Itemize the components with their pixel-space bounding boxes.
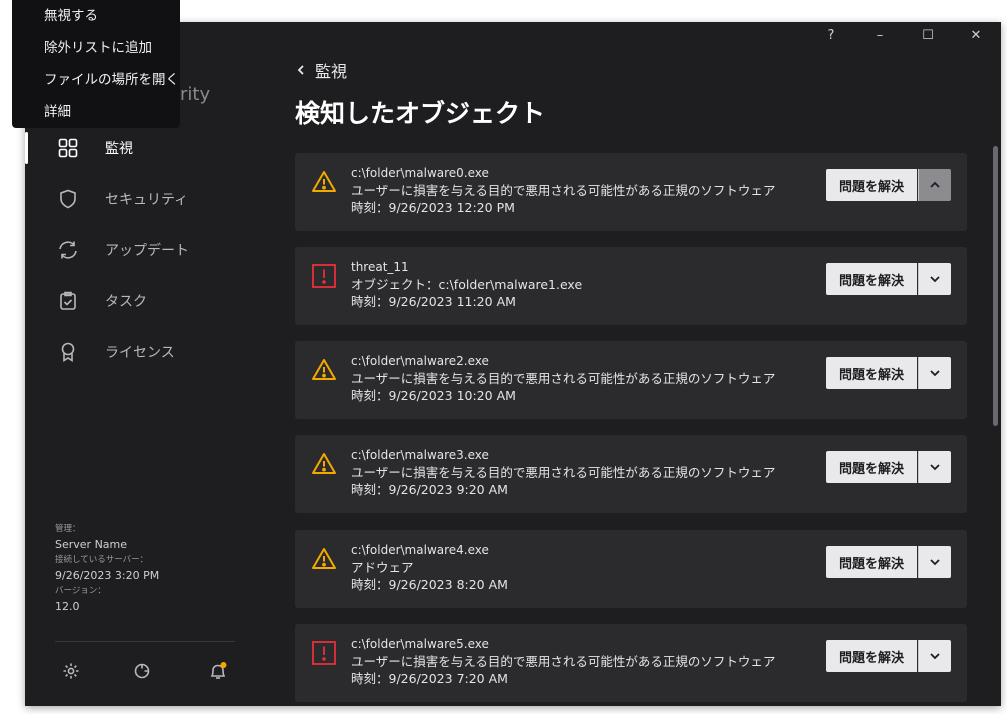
detection-card[interactable]: c:\folder\malware0.exe ユーザーに損害を与える目的で悪用さ…: [295, 153, 967, 231]
detection-description: オブジェクト：c:\folder\malware1.exe: [351, 277, 583, 292]
menu-item-add-exclusion[interactable]: 除外リストに追加: [12, 34, 180, 66]
sidebar-item-tasks[interactable]: タスク: [25, 279, 255, 323]
detection-text: c:\folder\malware5.exe ユーザーに損害を与える目的で悪用さ…: [351, 636, 775, 687]
expand-toggle[interactable]: [918, 640, 951, 672]
resolve-button[interactable]: 問題を解決: [826, 546, 917, 578]
detection-object: c:\folder\malware3.exe: [351, 448, 489, 462]
warning-icon: [311, 546, 337, 572]
sidebar-item-label: アップデート: [105, 243, 189, 259]
detection-time: 時刻：9/26/2023 7:20 AM: [351, 671, 508, 686]
task-icon: [57, 290, 79, 312]
resolve-button[interactable]: 問題を解決: [826, 357, 917, 389]
sidebar-item-security[interactable]: セキュリティ: [25, 177, 255, 221]
resolve-button[interactable]: 問題を解決: [826, 169, 917, 201]
sidebar-item-monitoring[interactable]: 監視: [25, 126, 255, 170]
sidebar-item-update[interactable]: アップデート: [25, 228, 255, 272]
connected-time: 9/26/2023 3:20 PM: [55, 569, 160, 582]
detection-object: c:\folder\malware5.exe: [351, 637, 489, 651]
sidebar-item-label: ライセンス: [105, 345, 175, 361]
critical-icon: [311, 640, 337, 666]
server-name: Server Name: [55, 538, 128, 551]
version-value: 12.0: [55, 600, 80, 613]
notifications-icon[interactable]: [207, 660, 229, 682]
detection-description: ユーザーに損害を与える目的で悪用される可能性がある正規のソフトウェア: [351, 371, 776, 386]
detection-description: ユーザーに損害を与える目的で悪用される可能性がある正規のソフトウェア: [351, 465, 776, 480]
sidebar-item-label: 監視: [105, 141, 133, 157]
detection-text: c:\folder\malware2.exe ユーザーに損害を与える目的で悪用さ…: [351, 353, 775, 404]
expand-toggle[interactable]: [918, 546, 951, 578]
page-title: 検知したオブジェクト: [295, 99, 546, 128]
dashboard-icon: [57, 137, 79, 159]
detection-text: threat_11 オブジェクト：c:\folder\malware1.exe …: [351, 259, 582, 310]
chevron-up-icon: [930, 181, 940, 188]
brand-name: rity: [180, 84, 211, 105]
warning-icon: [311, 357, 337, 383]
settings-icon[interactable]: [60, 660, 82, 682]
detection-object: c:\folder\malware0.exe: [351, 166, 489, 180]
chevron-down-icon: [930, 370, 940, 377]
license-icon: [57, 341, 79, 363]
detection-text: c:\folder\malware3.exe ユーザーに損害を与える目的で悪用さ…: [351, 447, 775, 498]
expand-toggle[interactable]: [918, 357, 951, 389]
back-label: 監視: [315, 62, 348, 81]
detection-time: 時刻：9/26/2023 10:20 AM: [351, 388, 516, 403]
detection-object: threat_11: [351, 260, 409, 274]
context-menu: 無視する 除外リストに追加 ファイルの場所を開く 詳細: [12, 0, 180, 128]
detection-time: 時刻：9/26/2023 11:20 AM: [351, 294, 516, 309]
detection-description: ユーザーに損害を与える目的で悪用される可能性がある正規のソフトウェア: [351, 654, 776, 669]
menu-item-details[interactable]: 詳細: [12, 98, 180, 130]
detection-time: 時刻：9/26/2023 12:20 PM: [351, 200, 515, 215]
expand-toggle[interactable]: [918, 451, 951, 483]
detection-description: アドウェア: [351, 560, 414, 575]
sidebar-divider: [55, 641, 235, 642]
connected-label: 接続しているサーバー：: [55, 555, 149, 565]
chevron-down-icon: [930, 559, 940, 566]
detection-card[interactable]: c:\folder\malware2.exe ユーザーに損害を与える目的で悪用さ…: [295, 341, 967, 419]
menu-item-ignore[interactable]: 無視する: [12, 2, 180, 34]
resolve-button[interactable]: 問題を解決: [826, 451, 917, 483]
main-panel: ? – ☐ ✕ 監視 検知したオブジェクト c:\folder\malware0…: [255, 22, 1001, 706]
detection-object: c:\folder\malware4.exe: [351, 543, 489, 557]
server-info: 管理： Server Name 接続しているサーバー： 9/26/2023 3:…: [55, 522, 159, 615]
shield-icon: [57, 188, 79, 210]
detection-card[interactable]: c:\folder\malware5.exe ユーザーに損害を与える目的で悪用さ…: [295, 624, 967, 702]
chevron-down-icon: [930, 276, 940, 283]
managed-label: 管理：: [55, 524, 81, 534]
menu-item-open-file-location[interactable]: ファイルの場所を開く: [12, 66, 180, 98]
resolve-button[interactable]: 問題を解決: [826, 263, 917, 295]
version-label: バージョン：: [55, 586, 106, 596]
warning-icon: [311, 169, 337, 195]
detection-description: ユーザーに損害を与える目的で悪用される可能性がある正規のソフトウェア: [351, 183, 776, 198]
resolve-button[interactable]: 問題を解決: [826, 640, 917, 672]
expand-toggle[interactable]: [918, 169, 951, 201]
back-link[interactable]: 監視: [297, 58, 347, 82]
detection-card[interactable]: c:\folder\malware3.exe ユーザーに損害を与える目的で悪用さ…: [295, 435, 967, 513]
chevron-down-icon: [930, 653, 940, 660]
detection-text: c:\folder\malware0.exe ユーザーに損害を与える目的で悪用さ…: [351, 165, 775, 216]
detection-text: c:\folder\malware4.exe アドウェア 時刻：9/26/202…: [351, 542, 508, 593]
sidebar-item-license[interactable]: ライセンス: [25, 330, 255, 374]
sidebar-item-label: セキュリティ: [105, 192, 189, 208]
detection-time: 時刻：9/26/2023 8:20 AM: [351, 577, 508, 592]
help-button[interactable]: ?: [821, 28, 841, 43]
maximize-button[interactable]: ☐: [918, 28, 938, 43]
minimize-button[interactable]: –: [870, 28, 890, 43]
sidebar-item-label: タスク: [105, 294, 147, 310]
chevron-left-icon: [297, 65, 304, 75]
detection-card[interactable]: threat_11 オブジェクト：c:\folder\malware1.exe …: [295, 247, 967, 325]
expand-toggle[interactable]: [918, 263, 951, 295]
scrollbar[interactable]: [993, 146, 998, 426]
detection-time: 時刻：9/26/2023 9:20 AM: [351, 482, 508, 497]
detection-card[interactable]: c:\folder\malware4.exe アドウェア 時刻：9/26/202…: [295, 530, 967, 608]
close-button[interactable]: ✕: [966, 28, 986, 43]
chevron-down-icon: [930, 464, 940, 471]
support-icon[interactable]: [131, 660, 153, 682]
warning-icon: [311, 451, 337, 477]
detection-object: c:\folder\malware2.exe: [351, 354, 489, 368]
update-icon: [57, 239, 79, 261]
critical-icon: [311, 263, 337, 289]
